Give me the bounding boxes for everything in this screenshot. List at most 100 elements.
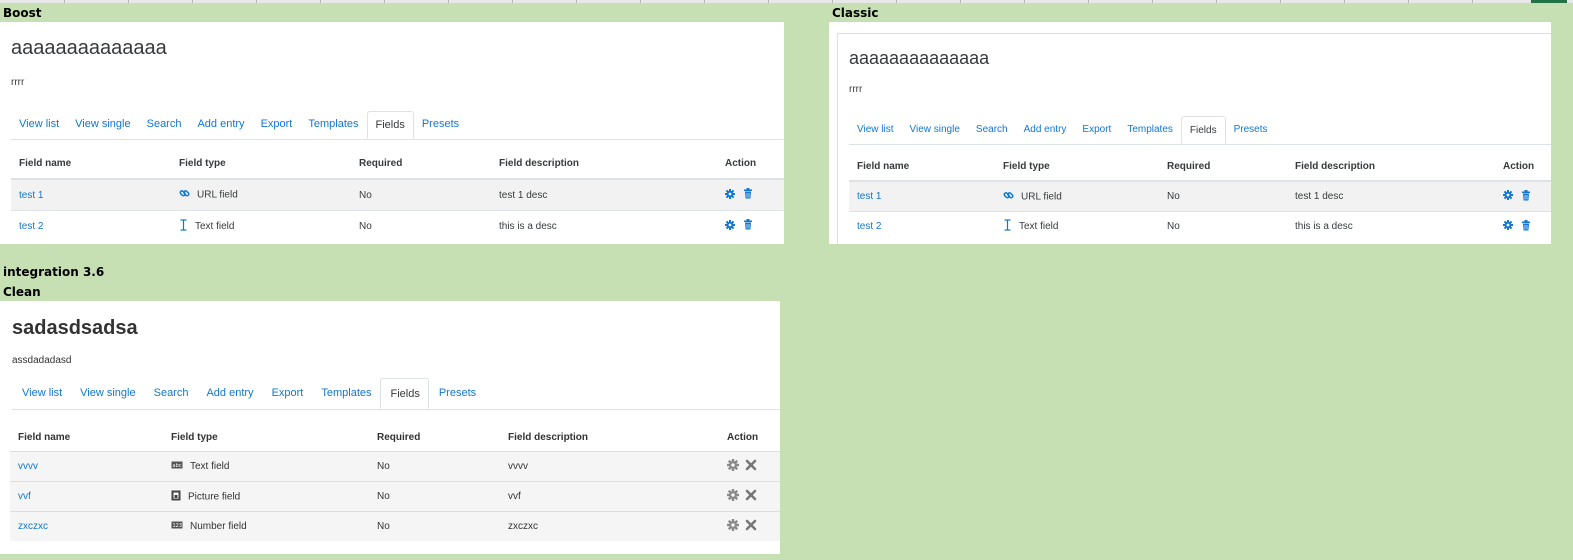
edit-gear-icon[interactable] [725,188,735,202]
delete-cross-icon[interactable] [745,489,757,504]
tab-search[interactable]: Search [144,378,197,408]
tab-view-list[interactable]: View list [849,116,902,143]
cell-field-name: vvvv [10,451,163,482]
page-title: aaaaaaaaaaaaaa [849,48,990,68]
tab-fields[interactable]: Fields [1180,116,1226,144]
tab-add-entry[interactable]: Add entry [1016,116,1075,143]
field-type-label: Text field [190,461,230,473]
edit-gear-icon[interactable] [1503,220,1513,233]
field-name-link[interactable]: zxczxc [18,521,48,532]
tab-view-list[interactable]: View list [12,378,70,408]
tab-export[interactable]: Export [262,378,312,408]
edit-gear-icon[interactable] [725,219,735,233]
column-header-field-type: Field type [163,424,369,452]
text-cursor-icon [179,218,188,234]
cell-field-description: vvvv [500,451,719,482]
tab-presets[interactable]: Presets [429,378,484,408]
table-header-row: Field name Field type Required Field descri… [11,148,784,180]
page-description: assdadadasd [12,355,72,366]
edit-gear-icon[interactable] [727,519,739,534]
label-boost: Boost [3,6,42,20]
column-header-field-type: Field type [995,152,1159,182]
field-name-link[interactable]: test 1 [19,190,43,201]
delete-trash-icon[interactable] [743,188,753,202]
column-header-field-type: Field type [171,148,351,180]
link-icon [1003,190,1014,204]
clean-panel: sadasdsadsa assdadadasd View list View si… [0,301,780,554]
tab-view-list[interactable]: View list [11,111,67,138]
tab-view-single[interactable]: View single [70,378,143,408]
field-type-label: URL field [1021,191,1062,203]
tab-search[interactable]: Search [139,111,190,138]
svg-text:123: 123 [173,523,183,529]
tab-view-single[interactable]: View single [902,116,968,143]
table-header-row: Field name Field type Required Field descri… [849,152,1551,182]
cell-field-description: vvf [500,481,719,512]
table-row: test 1 URL field No test 1 desc [11,178,784,211]
field-name-link[interactable]: test 2 [19,221,43,232]
column-header-field-name: Field name [11,148,171,180]
cell-field-description: this is a desc [1287,211,1495,241]
tab-presets[interactable]: Presets [1226,116,1276,143]
tab-export[interactable]: Export [1074,116,1119,143]
field-name-link[interactable]: vvvv [18,461,38,472]
cell-field-type: Text field [995,211,1159,241]
cell-required: No [351,210,491,241]
fields-table: Field name Field type Required Field descri… [849,152,1551,241]
picture-field-icon [171,490,181,504]
tab-export[interactable]: Export [253,111,301,138]
tab-add-entry[interactable]: Add entry [189,111,252,138]
column-header-action: Action [719,424,780,452]
cell-field-name: test 2 [849,211,995,241]
text-field-icon: abc [171,461,183,472]
edit-gear-icon[interactable] [1503,190,1513,203]
page-description: rrrr [849,84,863,95]
cell-field-type: 123 Number field [163,511,369,541]
cell-action [717,178,784,211]
edit-gear-icon[interactable] [727,459,739,474]
edit-gear-icon[interactable] [727,489,739,504]
cell-action [1495,211,1551,241]
cell-action [1495,180,1551,212]
field-name-link[interactable]: test 1 [857,191,881,202]
tab-fields[interactable]: Fields [379,378,429,409]
column-header-field-name: Field name [849,152,995,182]
cell-field-name: test 1 [11,178,171,211]
cell-field-name: test 2 [11,210,171,241]
field-name-link[interactable]: vvf [18,491,31,502]
cell-field-type: Text field [171,210,351,241]
tab-presets[interactable]: Presets [414,111,467,138]
tab-fields[interactable]: Fields [366,111,414,139]
delete-trash-icon[interactable] [1521,219,1531,234]
tab-add-entry[interactable]: Add entry [196,378,261,408]
delete-cross-icon[interactable] [745,519,757,534]
delete-cross-icon[interactable] [745,459,757,474]
tab-bar: View list View single Search Add entry Expor… [11,111,784,140]
table-row: vvvv abc Text field No vvvv [10,451,780,482]
field-name-link[interactable]: test 2 [857,221,881,232]
cell-required: No [369,511,500,541]
cell-action [717,210,784,241]
cell-field-name: test 1 [849,180,995,212]
tab-search[interactable]: Search [968,116,1016,143]
tab-templates[interactable]: Templates [300,111,366,138]
table-row: zxczxc 123 Number field No zxczxc [10,511,780,541]
field-type-label: Number field [190,521,247,533]
column-header-field-name: Field name [10,424,163,452]
cell-field-description: test 1 desc [491,178,717,211]
classic-panel: aaaaaaaaaaaaaa rrrr View list View single… [829,22,1551,244]
cell-field-description: this is a desc [491,210,717,241]
table-row: test 1 URL field No test 1 desc [849,180,1551,212]
cell-field-name: vvf [10,481,163,512]
tab-templates[interactable]: Templates [311,378,379,408]
column-header-field-description: Field description [500,424,719,452]
delete-trash-icon[interactable] [743,219,753,233]
boost-panel: aaaaaaaaaaaaaa rrrr View list View single… [0,22,784,244]
delete-trash-icon[interactable] [1521,189,1531,204]
fields-table: Field name Field type Required Field descri… [10,424,780,541]
page-title: sadasdsadsa [12,317,138,339]
tab-view-single[interactable]: View single [67,111,138,138]
tab-templates[interactable]: Templates [1119,116,1181,143]
spreadsheet-column-strip [0,0,1573,3]
field-type-label: URL field [197,189,238,201]
